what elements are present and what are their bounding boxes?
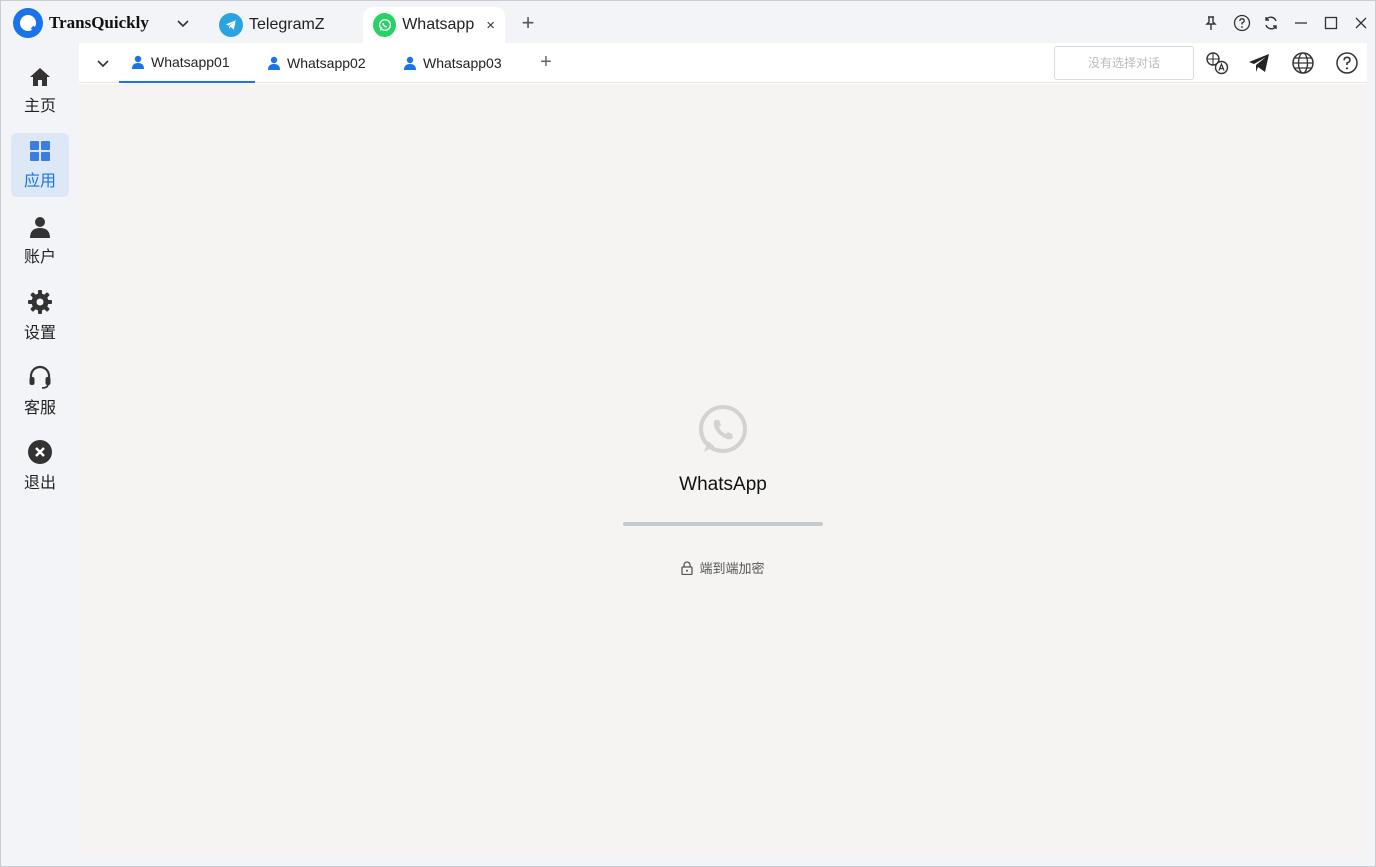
sidebar-item-logout[interactable]: 退出 xyxy=(11,434,69,498)
chevron-down-icon[interactable] xyxy=(175,15,191,31)
telegram-icon xyxy=(219,13,243,37)
account-tab-whatsapp02[interactable]: Whatsapp02 xyxy=(255,43,391,83)
sidebar-item-label: 退出 xyxy=(23,475,56,492)
user-icon xyxy=(268,56,280,70)
main-content: Whatsapp01 Whatsapp02 Whatsapp03 + 没有选择对… xyxy=(79,43,1367,855)
sidebar-item-support[interactable]: 客服 xyxy=(11,359,69,423)
exit-icon xyxy=(28,440,52,464)
app-tab-whatsapp[interactable]: Whatsapp × xyxy=(363,7,505,43)
account-tab-label: Whatsapp02 xyxy=(287,55,366,71)
user-icon xyxy=(132,55,144,69)
sidebar-item-label: 主页 xyxy=(23,98,56,115)
account-tab-whatsapp03[interactable]: Whatsapp03 xyxy=(391,43,527,83)
sidebar-item-apps[interactable]: 应用 xyxy=(11,133,69,197)
whatsapp-icon xyxy=(373,13,397,37)
user-icon xyxy=(30,217,50,238)
tab-close-icon[interactable]: × xyxy=(486,17,495,34)
add-app-tab-button[interactable]: + xyxy=(517,12,539,35)
encryption-notice: 端到端加密 xyxy=(623,558,823,577)
pin-icon[interactable] xyxy=(1201,13,1221,33)
globe-icon[interactable] xyxy=(1291,51,1315,75)
loading-progress-bar xyxy=(623,522,823,526)
app-tab-telegram[interactable]: TelegramZ xyxy=(209,7,359,43)
minimize-icon[interactable] xyxy=(1291,13,1311,33)
help-icon[interactable] xyxy=(1335,51,1359,75)
conversation-select[interactable]: 没有选择对话 xyxy=(1054,46,1194,80)
user-icon xyxy=(404,56,416,70)
sidebar-item-settings[interactable]: 设置 xyxy=(11,284,69,348)
whatsapp-loading-pane: WhatsApp 端到端加密 xyxy=(79,84,1367,855)
sidebar-item-label: 应用 xyxy=(23,173,56,190)
brand-name: TransQuickly xyxy=(49,13,149,32)
transquickly-logo-icon xyxy=(13,8,43,38)
loading-progress-fill xyxy=(623,522,823,526)
account-tab-bar: Whatsapp01 Whatsapp02 Whatsapp03 + 没有选择对… xyxy=(79,43,1367,83)
whatsapp-title: WhatsApp xyxy=(679,474,767,495)
refresh-icon[interactable] xyxy=(1261,13,1281,33)
lock-icon xyxy=(681,560,694,575)
sidebar: 主页 应用 账户 设置 客服 退出 xyxy=(1,45,79,866)
close-icon[interactable] xyxy=(1351,13,1371,33)
send-icon[interactable] xyxy=(1247,51,1271,75)
help-icon[interactable] xyxy=(1232,13,1252,33)
apps-grid-icon xyxy=(30,141,50,161)
home-icon xyxy=(30,68,50,86)
whatsapp-logo-icon xyxy=(699,405,747,453)
app-tab-label: TelegramZ xyxy=(249,16,325,33)
app-tab-label: Whatsapp xyxy=(402,16,475,33)
title-bar: TransQuickly TelegramZ Whatsapp × + xyxy=(1,1,1375,45)
account-tab-whatsapp01[interactable]: Whatsapp01 xyxy=(119,43,255,83)
app-window: TransQuickly TelegramZ Whatsapp × + 主页 应… xyxy=(0,0,1376,867)
account-tab-label: Whatsapp01 xyxy=(151,54,230,70)
sidebar-item-home[interactable]: 主页 xyxy=(11,59,69,123)
headset-icon xyxy=(29,365,51,389)
gear-icon xyxy=(28,290,52,314)
sidebar-item-label: 设置 xyxy=(23,325,56,342)
encryption-text: 端到端加密 xyxy=(699,561,765,576)
sidebar-item-label: 客服 xyxy=(23,400,56,417)
chevron-down-icon[interactable] xyxy=(95,55,111,71)
maximize-icon[interactable] xyxy=(1321,13,1341,33)
account-tab-label: Whatsapp03 xyxy=(423,55,502,71)
sidebar-item-label: 账户 xyxy=(23,249,56,266)
add-account-button[interactable]: + xyxy=(537,51,555,73)
translate-icon[interactable] xyxy=(1205,51,1229,75)
sidebar-item-account[interactable]: 账户 xyxy=(11,209,69,273)
brand: TransQuickly xyxy=(13,7,149,39)
